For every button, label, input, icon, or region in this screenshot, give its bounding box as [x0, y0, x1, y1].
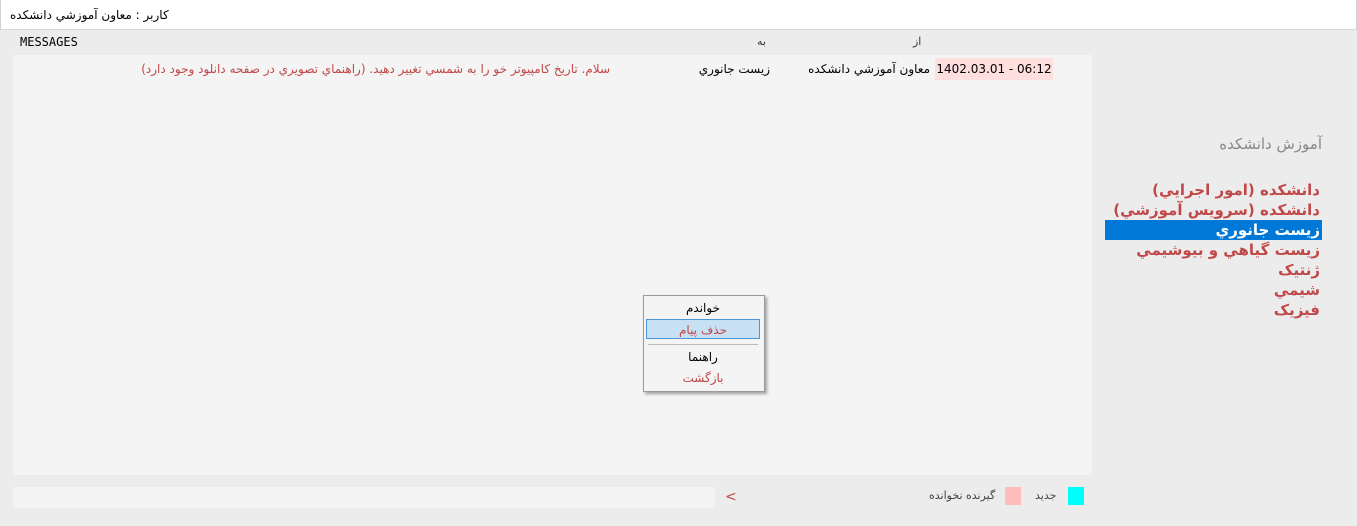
department-item-plant-biology[interactable]: زيست گياهي و بيوشيمي: [1105, 240, 1322, 260]
department-item-education-service[interactable]: دانشکده (سرويس آموزشي): [1105, 200, 1322, 220]
department-list: دانشکده (امور اجرايي) دانشکده (سرويس آمو…: [1105, 180, 1322, 320]
menu-item-delete-message[interactable]: حذف پيام: [646, 319, 760, 339]
menu-item-mark-read[interactable]: خواندم: [646, 298, 760, 318]
messages-list[interactable]: 1402.03.01 - 06:12 معاون آموزشي دانشکده …: [13, 55, 1092, 475]
window-title: کاربر : معاون آموزشي دانشکده: [10, 8, 169, 22]
department-item-executive[interactable]: دانشکده (امور اجرايي): [1105, 180, 1322, 200]
menu-item-help[interactable]: راهنما: [646, 347, 760, 367]
message-text: سلام. تاريخ کامپيوتر خو را به شمسي تغيير…: [141, 62, 610, 76]
message-recipient: زيست جانوري: [698, 62, 770, 76]
message-row[interactable]: 1402.03.01 - 06:12 معاون آموزشي دانشکده …: [13, 58, 1092, 80]
message-date: 1402.03.01 - 06:12: [935, 58, 1053, 80]
to-column-header: به: [757, 35, 766, 48]
unread-legend-label: گيرنده نخوانده: [929, 489, 996, 502]
title-bar: کاربر : معاون آموزشي دانشکده: [0, 0, 1357, 30]
new-legend-label: جديد: [1035, 489, 1057, 502]
new-legend-swatch: [1068, 487, 1084, 505]
department-item-physics[interactable]: فيزيک: [1105, 300, 1322, 320]
department-item-animal-biology[interactable]: زيست جانوري: [1105, 220, 1322, 240]
menu-separator: [648, 344, 758, 345]
send-arrow-icon[interactable]: <: [725, 489, 737, 505]
menu-item-back[interactable]: بازگشت: [646, 368, 760, 388]
department-item-chemistry[interactable]: شيمي: [1105, 280, 1322, 300]
message-sender: معاون آموزشي دانشکده: [808, 62, 930, 76]
messages-header: MESSAGES به از: [0, 30, 1357, 54]
department-panel: آموزش دانشکده دانشکده (امور اجرايي) دانش…: [1105, 55, 1322, 335]
department-item-genetics[interactable]: ژنتيک: [1105, 260, 1322, 280]
unread-legend-swatch: [1005, 487, 1021, 505]
compose-input[interactable]: [13, 487, 715, 508]
from-column-header: از: [913, 35, 922, 48]
messages-label: MESSAGES: [20, 35, 78, 49]
department-heading: آموزش دانشکده: [1219, 135, 1322, 153]
context-menu: خواندم حذف پيام راهنما بازگشت: [643, 295, 765, 392]
